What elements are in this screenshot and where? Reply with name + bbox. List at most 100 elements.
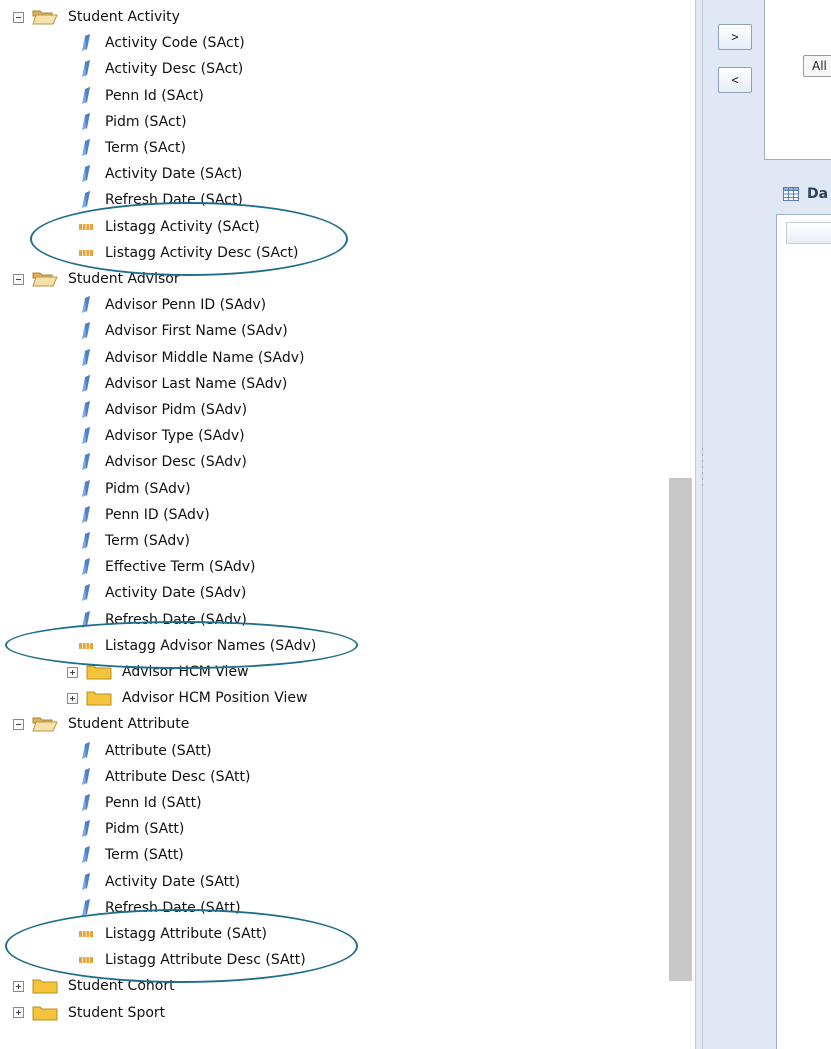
expand-toggle-icon[interactable]: [67, 666, 78, 678]
tree-item-label: Activity Date (SAct): [105, 166, 243, 183]
tree-folder-student-cohort[interactable]: Student Cohort: [13, 975, 175, 997]
attribute-icon: [82, 139, 90, 156]
tree-scrollbar-thumb[interactable]: [669, 478, 692, 981]
highlight-oval: [30, 201, 348, 276]
tree-folder-student-advisor[interactable]: Student Advisor: [13, 268, 180, 290]
tree-item-label: Penn ID (SAdv): [105, 506, 210, 523]
measure-icon: [79, 931, 93, 937]
folder-closed-icon: [32, 1006, 58, 1021]
expand-toggle-icon[interactable]: [13, 980, 24, 992]
tree-item-pidm-sact[interactable]: Pidm (SAct): [77, 111, 187, 133]
tree-item-activity-code-sact[interactable]: Activity Code (SAct): [77, 32, 245, 54]
panel-splitter[interactable]: [695, 0, 703, 1049]
expand-toggle-icon[interactable]: [13, 1007, 24, 1019]
tree-item-advisor-middle-name-sadv[interactable]: Advisor Middle Name (SAdv): [77, 347, 304, 369]
attribute-icon: [82, 505, 90, 523]
tree-item-advisor-pidm-sadv[interactable]: Advisor Pidm (SAdv): [77, 399, 247, 421]
attribute-icon: [82, 374, 90, 392]
measure-icon: [79, 249, 93, 256]
tree-item-refresh-date-satt[interactable]: Refresh Date (SAtt): [77, 897, 241, 919]
tree-item-label: Student Activity: [68, 9, 180, 25]
tree-item-label: Advisor HCM View: [122, 664, 249, 680]
tree-folder-advisor-hcm-position-view[interactable]: Advisor HCM Position View: [67, 687, 307, 709]
data-grid-header[interactable]: [786, 222, 831, 244]
tree-folder-advisor-hcm-view[interactable]: Advisor HCM View: [67, 661, 249, 683]
tree-item-activity-desc-sact[interactable]: Activity Desc (SAct): [77, 58, 243, 80]
tree-item-activity-date-satt[interactable]: Activity Date (SAtt): [77, 871, 240, 893]
collapse-toggle-icon[interactable]: [13, 718, 24, 730]
tree-folder-student-sport[interactable]: Student Sport: [13, 1002, 165, 1024]
tree-item-listagg-attribute-desc-satt[interactable]: Listagg Attribute Desc (SAtt): [77, 949, 306, 971]
collapse-toggle-icon[interactable]: [13, 273, 24, 285]
tree-item-pidm-sadv[interactable]: Pidm (SAdv): [77, 478, 191, 500]
tree-item-penn-id-sact[interactable]: Penn Id (SAct): [77, 85, 204, 107]
tree-item-label: Student Sport: [68, 1004, 166, 1021]
all-button[interactable]: All: [803, 55, 831, 77]
highlight-oval: [5, 909, 358, 984]
tree-item-attribute-satt[interactable]: Attribute (SAtt): [77, 740, 212, 762]
tree-item-label: Student Cohort: [68, 978, 175, 995]
tree-item-penn-id-sadv[interactable]: Penn ID (SAdv): [77, 504, 210, 526]
tree-item-label: Pidm (SAdv): [105, 480, 191, 497]
data-section-label: Da: [807, 186, 829, 202]
tree-item-advisor-desc-sadv[interactable]: Advisor Desc (SAdv): [77, 451, 247, 473]
tree-item-activity-date-sact[interactable]: Activity Date (SAct): [77, 163, 242, 185]
tree-item-label: Term (SAtt): [105, 847, 184, 864]
tree-item-label: Student Advisor: [68, 271, 180, 287]
tree-item-pidm-satt[interactable]: Pidm (SAtt): [77, 818, 184, 840]
tree-item-attribute-desc-satt[interactable]: Attribute Desc (SAtt): [77, 766, 250, 788]
tree-item-advisor-first-name-sadv[interactable]: Advisor First Name (SAdv): [77, 320, 288, 342]
tree-item-label: Listagg Activity (SAct): [105, 218, 260, 235]
folder-closed-icon: [86, 665, 112, 680]
tree-item-advisor-type-sadv[interactable]: Advisor Type (SAdv): [77, 425, 245, 447]
tree-item-label: Activity Date (SAdv): [105, 585, 247, 602]
tree-item-label: Listagg Activity Desc (SAct): [105, 244, 299, 261]
tree-item-label: Attribute Desc (SAtt): [105, 768, 251, 785]
attribute-icon: [82, 296, 90, 314]
tree-item-label: Listagg Attribute Desc (SAtt): [105, 952, 306, 969]
attribute-icon: [82, 191, 90, 209]
tree-item-penn-id-satt[interactable]: Penn Id (SAtt): [77, 792, 202, 814]
tree-item-effective-term-sadv[interactable]: Effective Term (SAdv): [77, 556, 256, 578]
attribute-icon: [82, 846, 90, 864]
tree-item-activity-date-sadv[interactable]: Activity Date (SAdv): [77, 582, 246, 604]
tree-item-term-sact[interactable]: Term (SAct): [77, 137, 186, 159]
collapse-toggle-icon[interactable]: [13, 11, 24, 23]
tree-item-refresh-date-sadv[interactable]: Refresh Date (SAdv): [77, 609, 247, 631]
tree-item-listagg-advisor-names-sadv[interactable]: Listagg Advisor Names (SAdv): [77, 635, 316, 657]
tree-item-refresh-date-sact[interactable]: Refresh Date (SAct): [77, 189, 243, 211]
attribute-icon: [82, 86, 90, 104]
tree-item-listagg-activity-desc-sact[interactable]: Listagg Activity Desc (SAct): [77, 242, 299, 264]
attribute-icon: [82, 165, 90, 183]
expand-toggle-icon[interactable]: [67, 692, 78, 704]
tree-item-label: Advisor First Name (SAdv): [105, 323, 288, 340]
attribute-icon: [82, 322, 90, 340]
tree-item-label: Listagg Attribute (SAtt): [105, 926, 267, 942]
tree-item-label: Activity Desc (SAct): [105, 61, 244, 78]
attribute-icon: [82, 558, 90, 576]
folder-open-icon: [32, 272, 58, 287]
move-right-button[interactable]: >: [718, 24, 752, 50]
attribute-icon: [82, 401, 90, 418]
measure-icon: [79, 642, 93, 649]
tree-item-advisor-penn-id-sadv[interactable]: Advisor Penn ID (SAdv): [77, 294, 266, 316]
tree-folder-student-activity[interactable]: Student Activity: [13, 6, 180, 28]
tree-item-label: Advisor HCM Position View: [122, 690, 308, 707]
attribute-icon: [82, 767, 90, 785]
tree-item-advisor-last-name-sadv[interactable]: Advisor Last Name (SAdv): [77, 373, 287, 395]
tree-item-label: Effective Term (SAdv): [105, 559, 256, 576]
attribute-icon: [82, 112, 90, 130]
tree-item-label: Activity Code (SAct): [105, 35, 245, 52]
tree-item-listagg-activity-sact[interactable]: Listagg Activity (SAct): [77, 216, 260, 238]
tree-item-label: Penn Id (SAct): [105, 87, 204, 104]
move-left-button[interactable]: <: [718, 67, 752, 93]
data-section-title: Da: [783, 186, 828, 202]
table-grid-icon: [783, 187, 799, 201]
tree-item-term-satt[interactable]: Term (SAtt): [77, 844, 184, 866]
tree-item-label: Pidm (SAtt): [105, 821, 185, 838]
tree-item-term-sadv[interactable]: Term (SAdv): [77, 530, 190, 552]
tree-item-listagg-attribute-satt[interactable]: Listagg Attribute (SAtt): [77, 923, 267, 945]
attribute-icon: [82, 610, 90, 628]
data-grid-area: [776, 214, 831, 1049]
tree-folder-student-attribute[interactable]: Student Attribute: [13, 713, 189, 735]
